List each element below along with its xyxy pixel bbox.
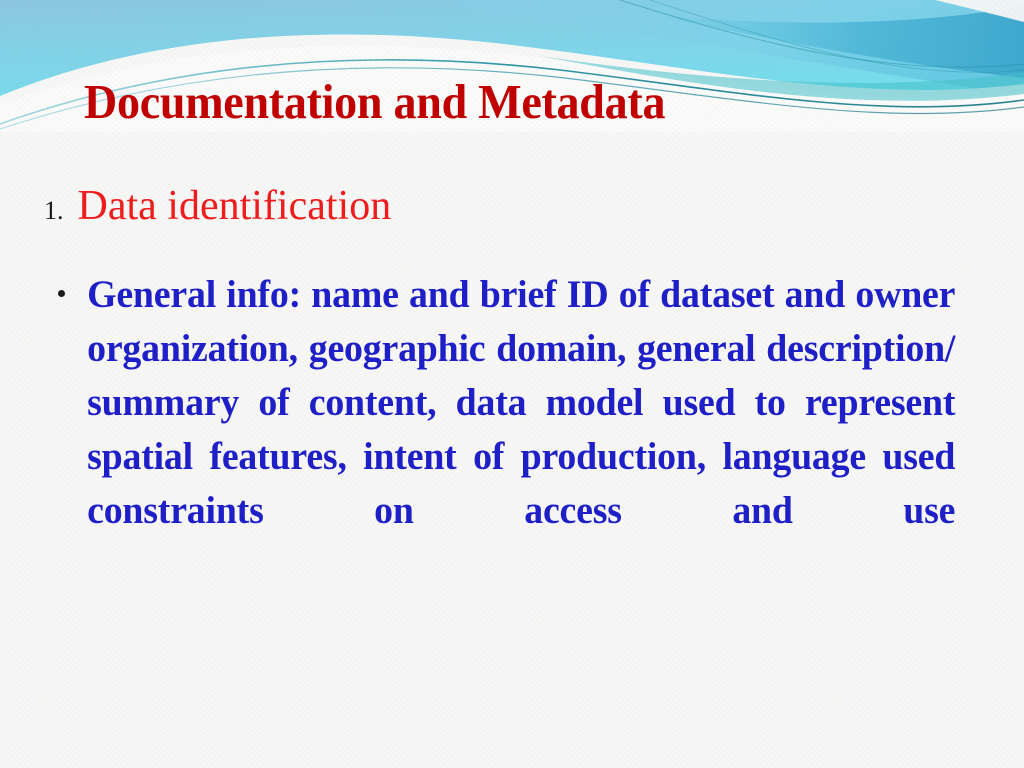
page-title: Documentation and Metadata bbox=[84, 74, 666, 129]
list-item: General info: name and brief ID of datas… bbox=[58, 268, 983, 592]
body-content: General info: name and brief ID of datas… bbox=[58, 268, 983, 592]
list-item-text: General info: name and brief ID of datas… bbox=[87, 273, 956, 532]
section-heading-number: 1. bbox=[44, 196, 64, 225]
section-heading-text: Data identification bbox=[77, 183, 392, 229]
title-block: Documentation and Metadata bbox=[84, 74, 702, 130]
presentation-slide: Documentation and Metadata 1. Data ident… bbox=[0, 0, 1024, 768]
section-heading: 1. Data identification bbox=[44, 185, 391, 227]
